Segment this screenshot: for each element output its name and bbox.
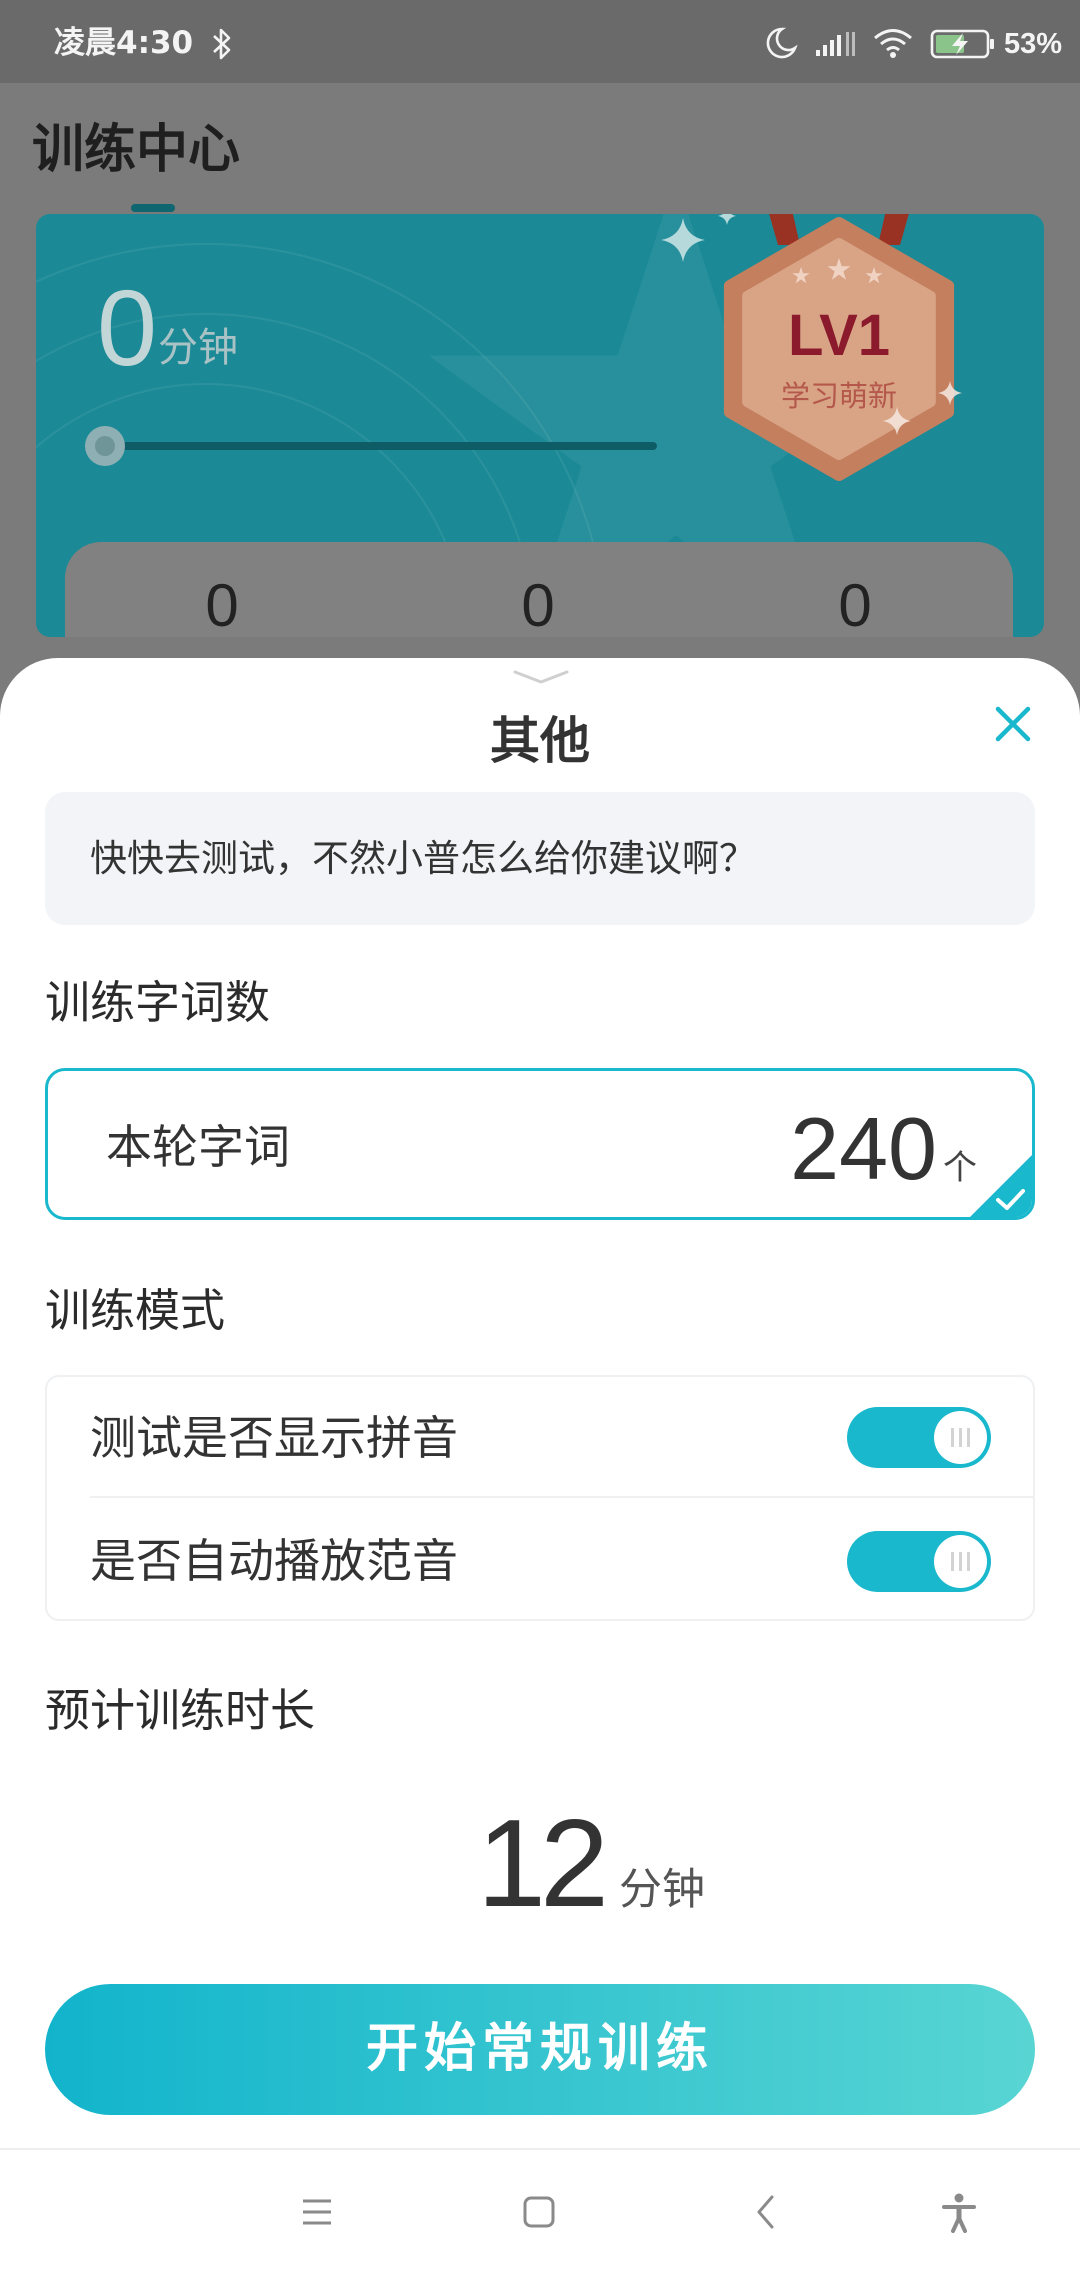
level-badge[interactable]: LV1 学习萌新: [660, 214, 980, 500]
signal-icon: [816, 32, 855, 56]
accessibility-icon[interactable]: [941, 2193, 977, 2233]
toggle-label-show-pinyin: 测试是否显示拼音: [90, 1411, 458, 1465]
battery-percentage: 53%: [1004, 28, 1063, 60]
status-time: 凌晨4:30: [54, 25, 194, 61]
badge-level: LV1: [788, 303, 890, 368]
back-icon[interactable]: [754, 2194, 778, 2230]
word-count-label: 训练字词数: [45, 976, 271, 1029]
hint-text: 快快去测试，不然小普怎么给你建议啊？: [90, 837, 756, 880]
wifi-icon: [874, 29, 912, 58]
system-nav-bar: [0, 2148, 1080, 2280]
show-pinyin-toggle[interactable]: [847, 1407, 991, 1468]
toggle-label-autoplay-audio: 是否自动播放范音: [90, 1534, 458, 1588]
stats-panel: 0 0 0: [65, 542, 1013, 637]
word-count-option-value: 240 个: [790, 1105, 977, 1193]
training-mode-options: 测试是否显示拼音 是否自动播放范音: [45, 1375, 1035, 1621]
ribbon-right: [878, 214, 909, 245]
toggle-knob: [934, 1535, 987, 1588]
divider: [90, 1496, 1033, 1498]
word-count-option-label: 本轮字词: [106, 1120, 290, 1174]
estimated-duration-value: 12: [477, 1795, 609, 1933]
autoplay-audio-toggle[interactable]: [847, 1531, 991, 1592]
sparkle-icon: [718, 214, 736, 225]
training-mode-label: 训练模式: [45, 1284, 226, 1337]
ribbon-left: [769, 214, 800, 245]
level-progress-track: [105, 442, 657, 450]
sparkle-icon: [661, 218, 705, 262]
settings-bottom-sheet: 其他 快快去测试，不然小普怎么给你建议啊？ 训练字词数 本轮字词 240 个 训练…: [0, 658, 1080, 2280]
stat-value: 0: [521, 572, 555, 637]
total-duration-unit: 分钟: [158, 325, 238, 371]
moon-icon: [766, 27, 798, 59]
home-icon[interactable]: [522, 2195, 556, 2229]
estimated-duration-label: 预计训练时长: [45, 1684, 316, 1737]
page-title: 训练中心: [32, 120, 241, 180]
bluetooth-icon: [213, 28, 231, 60]
toggle-knob: [934, 1411, 987, 1464]
menu-icon[interactable]: [300, 2196, 334, 2228]
close-icon[interactable]: [993, 704, 1033, 744]
word-count-number: 240: [790, 1099, 937, 1198]
word-count-option[interactable]: 本轮字词 240 个: [45, 1068, 1035, 1220]
level-progress-knob: [85, 426, 125, 466]
status-bar: 凌晨4:30 53%: [0, 0, 1080, 83]
total-duration-value: 0: [97, 267, 158, 388]
badge-name: 学习萌新: [781, 379, 897, 413]
battery-charging-icon: [930, 29, 994, 59]
start-training-button[interactable]: 开始常规训练: [45, 1984, 1035, 2115]
training-summary-card: 0 分钟 LV1 学习萌新 0 0 0: [36, 214, 1044, 637]
hint-box: 快快去测试，不然小普怎么给你建议啊？: [45, 792, 1035, 925]
selected-check-icon: [970, 1155, 1032, 1217]
estimated-duration-unit: 分钟: [618, 1865, 705, 1915]
stat-value: 0: [205, 572, 239, 637]
chevron-down-icon[interactable]: [511, 668, 571, 686]
tab-indicator: [131, 204, 175, 212]
stat-value: 0: [838, 572, 872, 637]
sheet-title: 其他: [490, 712, 590, 770]
estimated-duration: 12 分钟: [477, 1802, 705, 1926]
